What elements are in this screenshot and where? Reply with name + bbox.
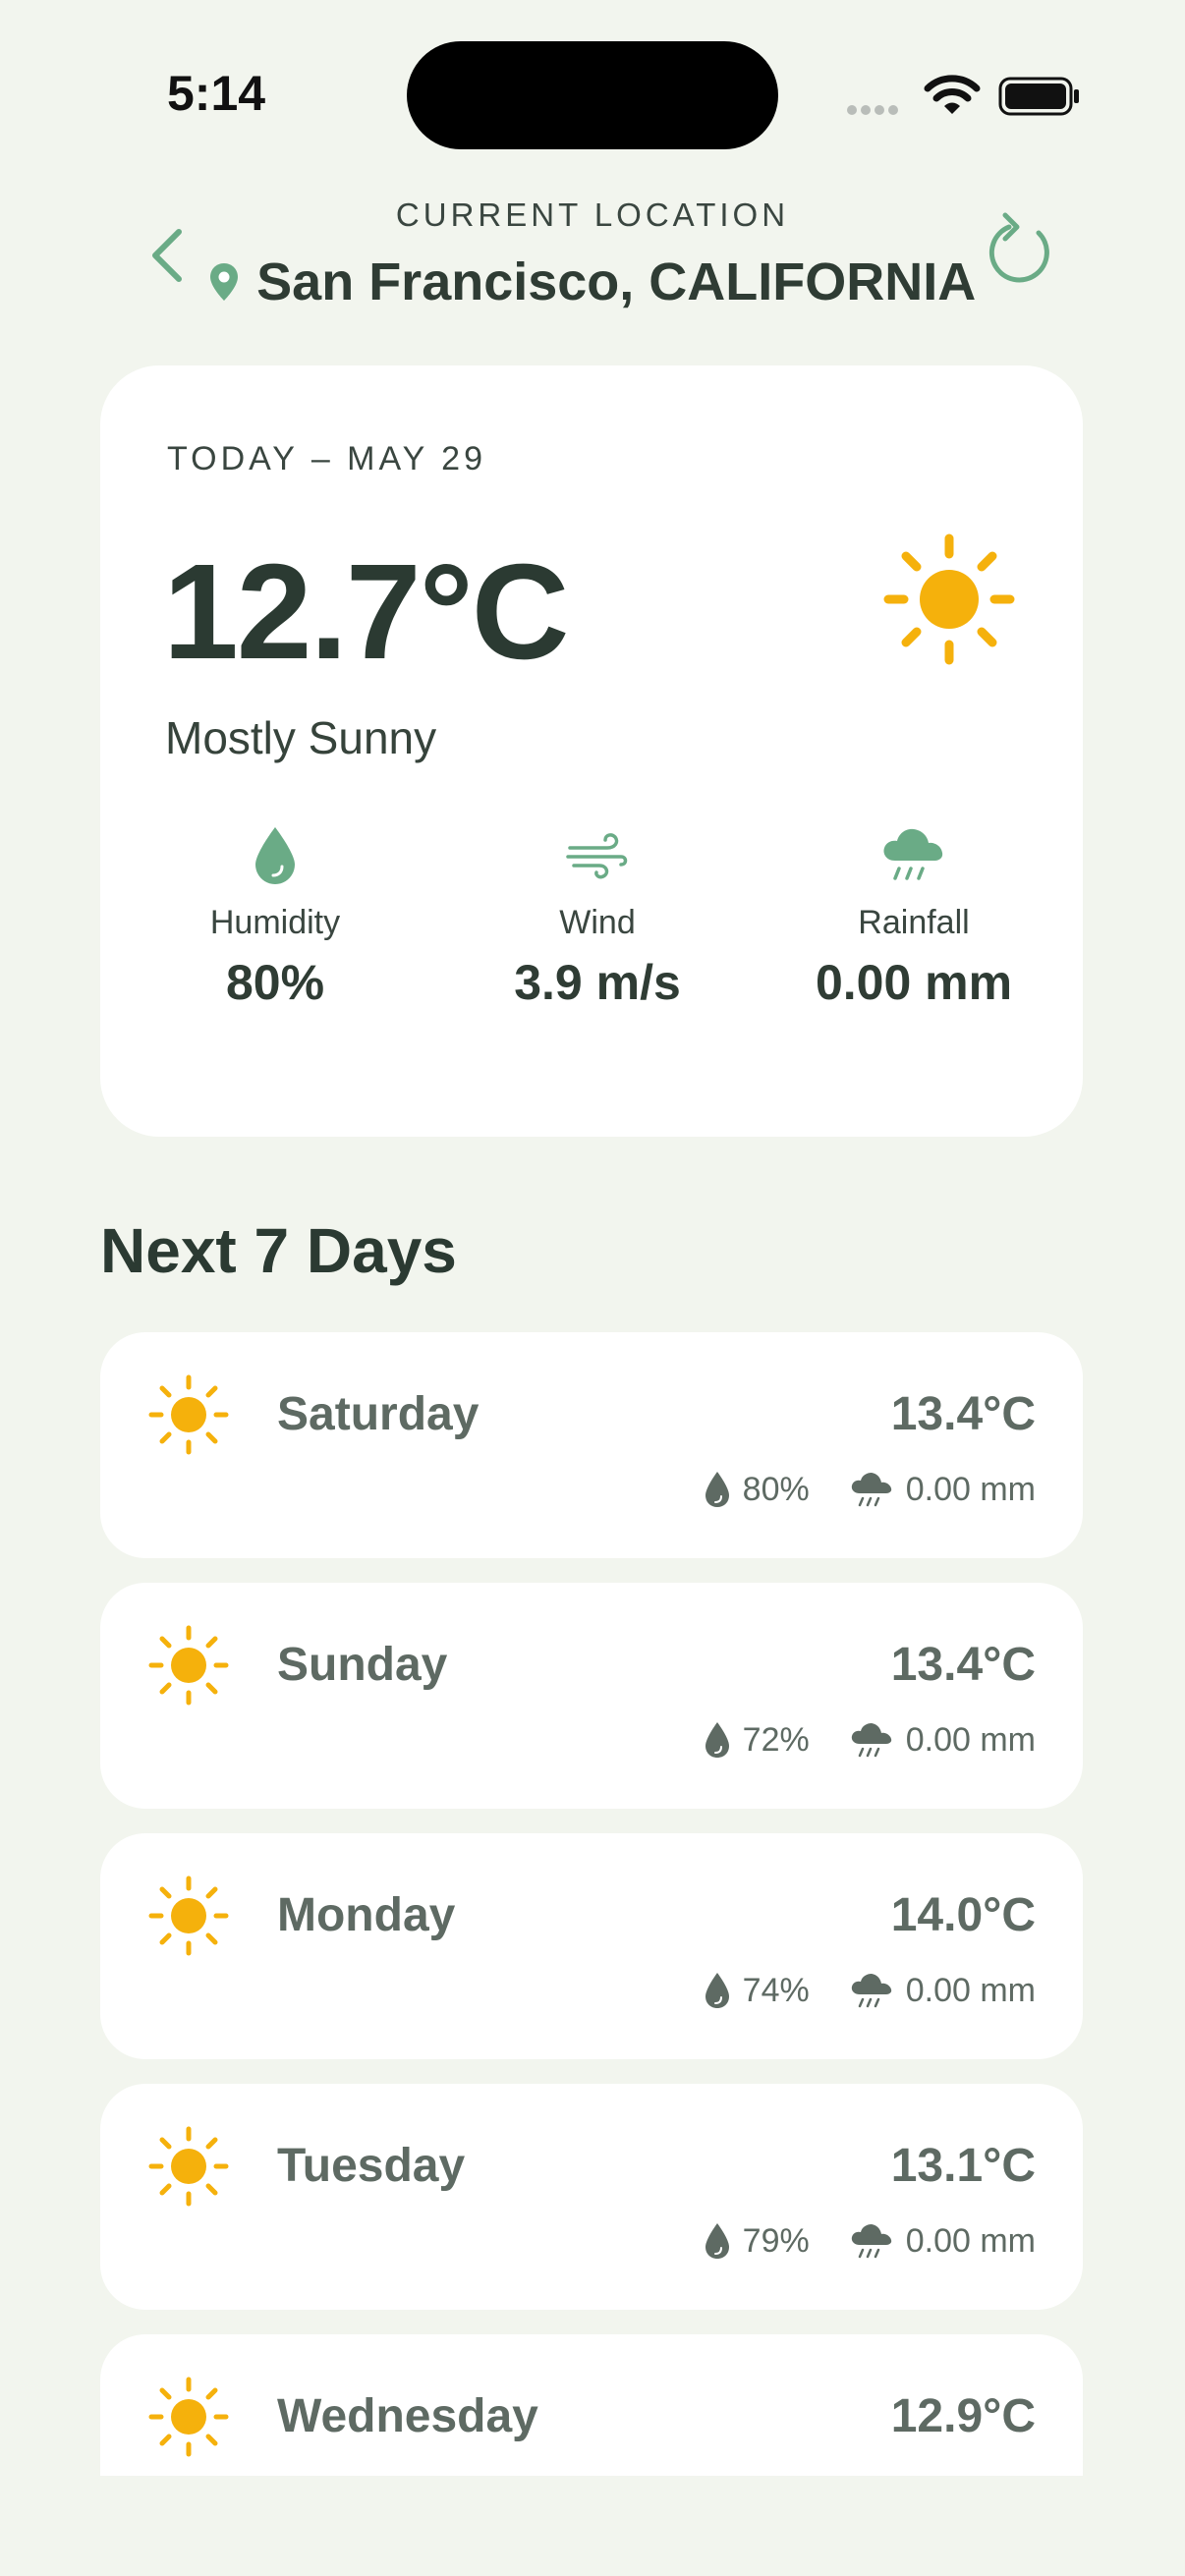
sun-icon — [883, 533, 1015, 665]
map-pin-icon — [209, 263, 238, 301]
day-details: 74% 0.00 mm — [704, 1971, 1036, 2010]
status-bar: 5:14 — [0, 0, 1185, 196]
current-temperature: 12.7°C — [163, 536, 569, 688]
humidity-value: 80% — [225, 955, 325, 1010]
location-header: CURRENT LOCATION San Francisco, CALIFORN… — [0, 187, 1185, 334]
sun-icon — [148, 1625, 229, 1706]
status-time: 5:14 — [167, 66, 266, 121]
day-details: 79% 0.00 mm — [704, 2221, 1036, 2261]
wind-icon — [566, 833, 628, 879]
droplet-icon — [705, 2223, 729, 2259]
day-humidity: 74% — [742, 1971, 810, 2009]
day-name: Saturday — [277, 1388, 480, 1440]
today-date: TODAY – MAY 29 — [167, 440, 486, 477]
day-rainfall: 0.00 mm — [905, 2221, 1036, 2260]
rain-cloud-icon — [851, 1723, 891, 1758]
sun-icon — [148, 2377, 229, 2457]
day-rainfall: 0.00 mm — [905, 1720, 1036, 1759]
current-condition: Mostly Sunny — [165, 712, 437, 763]
rain-cloud-icon — [851, 1974, 891, 2008]
droplet-icon — [255, 827, 295, 884]
forecast-title: Next 7 Days — [100, 1215, 457, 1286]
day-rainfall: 0.00 mm — [905, 1470, 1036, 1508]
refresh-button[interactable] — [979, 204, 1067, 293]
day-temperature: 12.9°C — [890, 2390, 1036, 2442]
day-details: 72% 0.00 mm — [704, 1720, 1036, 1760]
wifi-icon — [924, 75, 981, 114]
dynamic-island — [407, 41, 778, 149]
cellular-signal-icon — [847, 102, 902, 120]
rainfall-label: Rainfall — [858, 904, 970, 941]
refresh-icon — [988, 212, 1049, 283]
forecast-day-card[interactable]: Sunday 13.4°C 72% 0.00 mm — [100, 1583, 1083, 1809]
day-details: 80% 0.00 mm — [704, 1470, 1036, 1509]
day-temperature: 13.4°C — [890, 1639, 1036, 1691]
day-humidity: 80% — [742, 1470, 810, 1508]
day-name: Monday — [277, 1889, 456, 1941]
wind-stat: Wind 3.9 m/s — [440, 819, 755, 1011]
forecast-day-card[interactable]: Monday 14.0°C 74% 0.00 mm — [100, 1833, 1083, 2059]
droplet-icon — [705, 1722, 729, 1758]
rain-cloud-icon — [883, 828, 943, 880]
day-temperature: 13.4°C — [890, 1388, 1036, 1440]
day-temperature: 13.1°C — [890, 2140, 1036, 2192]
forecast-list[interactable]: Saturday 13.4°C 80% 0.00 mm Sunday 13.4°… — [100, 1332, 1083, 2476]
humidity-stat: Humidity 80% — [118, 819, 432, 1011]
rainfall-stat: Rainfall 0.00 mm — [766, 819, 1061, 1011]
day-temperature: 14.0°C — [890, 1889, 1036, 1941]
forecast-day-card[interactable]: Wednesday 12.9°C — [100, 2334, 1083, 2476]
sun-icon — [148, 2126, 229, 2207]
droplet-icon — [705, 1472, 729, 1507]
humidity-label: Humidity — [209, 904, 341, 941]
day-humidity: 79% — [742, 2221, 810, 2260]
day-humidity: 72% — [742, 1720, 810, 1759]
wind-value: 3.9 m/s — [514, 955, 681, 1010]
droplet-icon — [705, 1973, 729, 2008]
battery-icon — [998, 77, 1079, 116]
rainfall-value: 0.00 mm — [815, 955, 1013, 1010]
forecast-day-card[interactable]: Saturday 13.4°C 80% 0.00 mm — [100, 1332, 1083, 1558]
rain-cloud-icon — [851, 1473, 891, 1507]
sun-icon — [148, 1876, 229, 1956]
today-weather-card: TODAY – MAY 29 12.7°C Mostly Sunny Humid… — [100, 365, 1083, 1137]
wind-label: Wind — [559, 904, 636, 941]
day-name: Wednesday — [277, 2390, 538, 2442]
location-name: San Francisco, CALIFORNIA — [256, 252, 977, 311]
forecast-day-card[interactable]: Tuesday 13.1°C 79% 0.00 mm — [100, 2084, 1083, 2310]
day-rainfall: 0.00 mm — [905, 1971, 1036, 2009]
rain-cloud-icon — [851, 2224, 891, 2259]
sun-icon — [148, 1374, 229, 1455]
day-name: Sunday — [277, 1639, 448, 1691]
day-name: Tuesday — [277, 2140, 466, 2192]
